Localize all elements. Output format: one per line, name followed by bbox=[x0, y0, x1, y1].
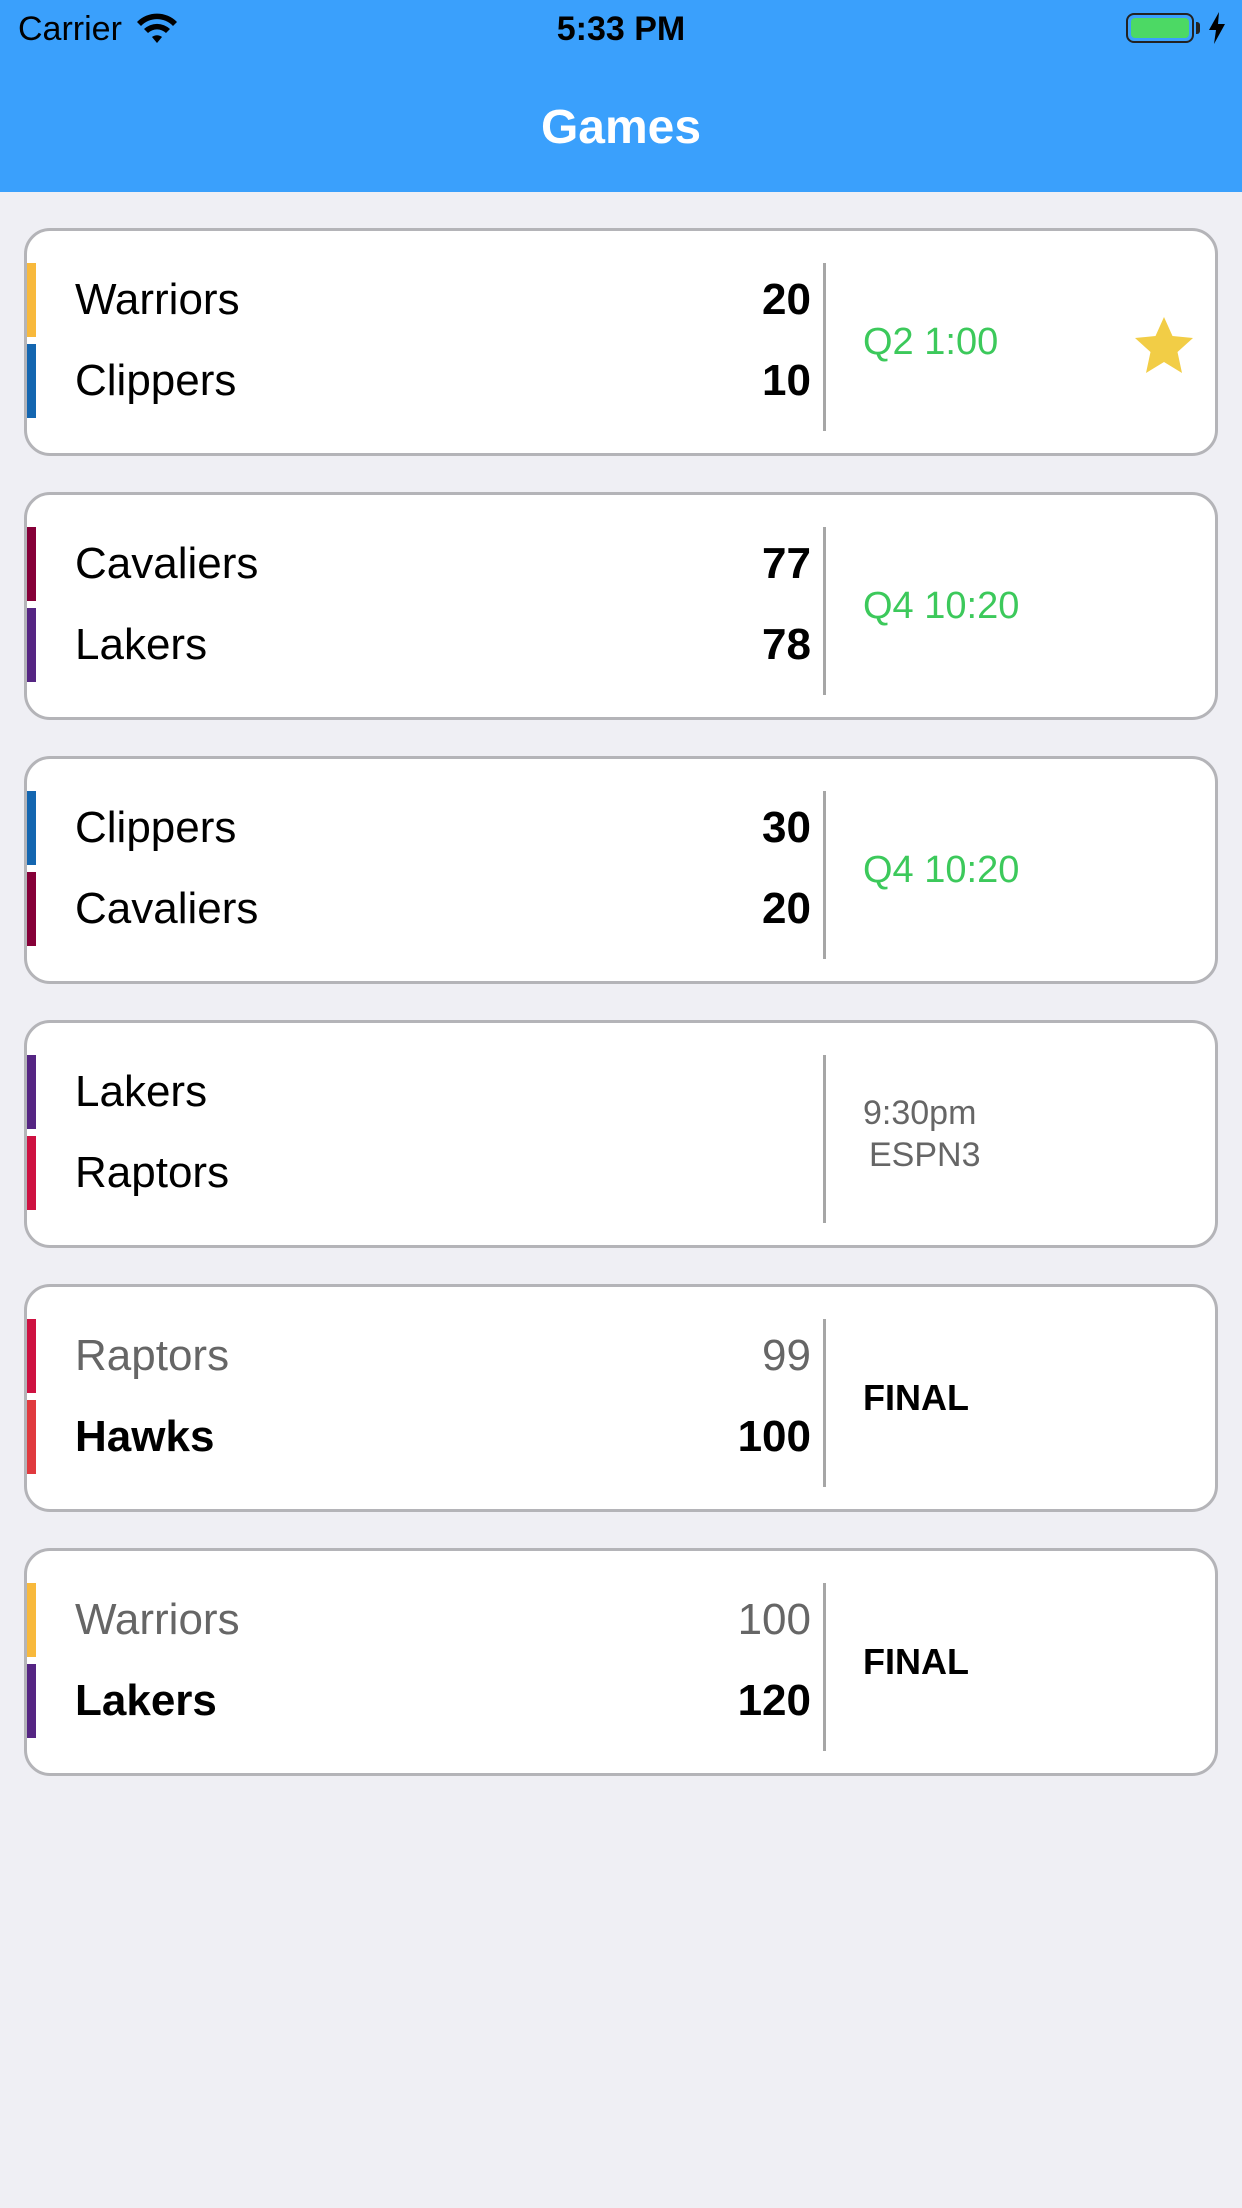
game-card[interactable]: Lakers Raptors 9:30pm ESPN3 bbox=[24, 1020, 1218, 1248]
team-color-bar bbox=[27, 608, 36, 682]
favorite-star-icon[interactable] bbox=[1133, 315, 1195, 375]
team-row-away: Lakers 120 bbox=[27, 1664, 827, 1738]
team-row-away: Clippers 10 bbox=[27, 344, 827, 418]
card-divider bbox=[823, 1055, 826, 1223]
game-card[interactable]: Raptors 99 Hawks 100 FINAL bbox=[24, 1284, 1218, 1512]
navigation-header: Carrier 5:33 PM Games bbox=[0, 0, 1242, 192]
game-status: Q4 10:20 bbox=[863, 584, 1020, 627]
team-name: Raptors bbox=[75, 1148, 230, 1197]
game-card[interactable]: Cavaliers 77 Lakers 78 Q4 10:20 bbox=[24, 492, 1218, 720]
team-color-bar bbox=[27, 872, 36, 946]
team-score: 78 bbox=[762, 620, 811, 669]
team-score: 30 bbox=[762, 803, 811, 852]
team-row-away: Cavaliers 20 bbox=[27, 872, 827, 946]
tv-network: ESPN3 bbox=[869, 1136, 981, 1174]
team-score: 20 bbox=[762, 275, 811, 324]
team-color-bar bbox=[27, 1664, 36, 1738]
card-divider bbox=[823, 263, 826, 431]
team-score: 20 bbox=[762, 884, 811, 933]
team-color-bar bbox=[27, 527, 36, 601]
game-status: Q4 10:20 bbox=[863, 848, 1020, 891]
team-color-bar bbox=[27, 263, 36, 337]
team-row-home: Warriors 100 bbox=[27, 1583, 827, 1657]
team-row-home: Lakers bbox=[27, 1055, 827, 1129]
team-score: 120 bbox=[737, 1676, 811, 1725]
team-row-home: Raptors 99 bbox=[27, 1319, 827, 1393]
team-color-bar bbox=[27, 344, 36, 418]
card-divider bbox=[823, 527, 826, 695]
team-name: Clippers bbox=[75, 803, 237, 852]
team-name: Cavaliers bbox=[75, 884, 259, 933]
card-divider bbox=[823, 791, 826, 959]
game-card[interactable]: Warriors 100 Lakers 120 FINAL bbox=[24, 1548, 1218, 1776]
team-row-home: Cavaliers 77 bbox=[27, 527, 827, 601]
page-title: Games bbox=[540, 101, 702, 154]
team-row-away: Raptors bbox=[27, 1136, 827, 1210]
battery-level bbox=[1131, 18, 1189, 38]
card-divider bbox=[823, 1319, 826, 1487]
team-color-bar bbox=[27, 1319, 36, 1393]
team-color-bar bbox=[27, 1400, 36, 1474]
battery-tip bbox=[1196, 22, 1200, 34]
team-row-home: Clippers 30 bbox=[27, 791, 827, 865]
team-name: Lakers bbox=[75, 1067, 208, 1116]
team-name: Raptors bbox=[75, 1331, 230, 1380]
clock: 5:33 PM bbox=[556, 10, 686, 48]
game-time: 9:30pm bbox=[863, 1094, 977, 1132]
team-row-away: Hawks 100 bbox=[27, 1400, 827, 1474]
game-status: Q2 1:00 bbox=[863, 320, 999, 363]
game-status: FINAL bbox=[863, 1641, 969, 1682]
team-score: 100 bbox=[737, 1595, 811, 1644]
game-card[interactable]: Clippers 30 Cavaliers 20 Q4 10:20 bbox=[24, 756, 1218, 984]
game-status: FINAL bbox=[863, 1377, 969, 1418]
battery-indicator bbox=[1126, 12, 1226, 44]
team-name: Clippers bbox=[75, 356, 237, 405]
battery-icon bbox=[1126, 13, 1194, 43]
team-score: 100 bbox=[737, 1412, 811, 1461]
team-score: 77 bbox=[762, 539, 811, 588]
team-name: Hawks bbox=[75, 1412, 215, 1461]
team-color-bar bbox=[27, 1136, 36, 1210]
game-schedule: 9:30pm ESPN3 bbox=[863, 1023, 981, 1245]
team-score: 10 bbox=[762, 356, 811, 405]
team-name: Cavaliers bbox=[75, 539, 259, 588]
team-row-away: Lakers 78 bbox=[27, 608, 827, 682]
team-color-bar bbox=[27, 791, 36, 865]
game-card[interactable]: Warriors 20 Clippers 10 Q2 1:00 bbox=[24, 228, 1218, 456]
charging-bolt-icon bbox=[1209, 12, 1225, 44]
team-color-bar bbox=[27, 1055, 36, 1129]
card-divider bbox=[823, 1583, 826, 1751]
team-name: Lakers bbox=[75, 620, 208, 669]
team-row-home: Warriors 20 bbox=[27, 263, 827, 337]
team-score: 99 bbox=[762, 1331, 811, 1380]
status-bar: Carrier 5:33 PM bbox=[0, 0, 1242, 62]
games-list[interactable]: Warriors 20 Clippers 10 Q2 1:00 Cavalier… bbox=[24, 228, 1218, 1812]
team-name: Warriors bbox=[75, 275, 240, 324]
team-name: Warriors bbox=[75, 1595, 240, 1644]
team-name: Lakers bbox=[75, 1676, 217, 1725]
team-color-bar bbox=[27, 1583, 36, 1657]
